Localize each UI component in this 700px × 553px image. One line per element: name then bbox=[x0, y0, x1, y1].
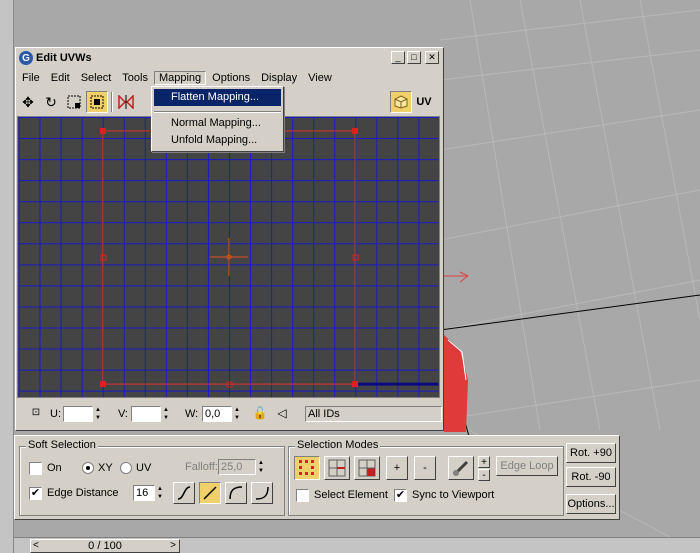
u-spinner[interactable]: ▲ ▼ bbox=[94, 406, 102, 422]
next-frame-button[interactable]: > bbox=[170, 540, 176, 552]
rotate-icon[interactable]: ↻ bbox=[40, 91, 62, 113]
falloff-smooth-icon[interactable] bbox=[173, 482, 195, 504]
on-checkbox[interactable] bbox=[29, 462, 42, 475]
menu-bar: File Edit Select Tools Mapping Options D… bbox=[17, 69, 442, 87]
edge-distance-checkbox[interactable]: ✔ bbox=[29, 487, 42, 500]
edge-distance-spinner[interactable]: ▲ ▼ bbox=[156, 485, 164, 501]
menu-options[interactable]: Options bbox=[207, 71, 255, 85]
rotate-minus-90-button[interactable]: Rot. -90 bbox=[566, 467, 616, 487]
window-title: Edit UVWs bbox=[36, 52, 92, 64]
show-map-icon[interactable] bbox=[390, 91, 412, 113]
menu-separator bbox=[154, 111, 281, 113]
frame-counter: 0 / 100 bbox=[88, 540, 122, 552]
close-button[interactable]: ✕ bbox=[425, 51, 439, 64]
select-element-label: Select Element bbox=[314, 489, 388, 501]
uv-editor-canvas[interactable] bbox=[17, 116, 440, 398]
shrink-selection-button[interactable]: - bbox=[414, 456, 436, 480]
maximize-button[interactable]: □ bbox=[407, 51, 421, 64]
uv-mode-button[interactable]: UV bbox=[413, 91, 435, 113]
uv-label: UV bbox=[136, 462, 152, 474]
time-slider[interactable]: 0 / 100 < > bbox=[14, 537, 700, 553]
time-slider-thumb[interactable]: 0 / 100 < > bbox=[30, 539, 180, 553]
edge-mode-icon[interactable] bbox=[324, 456, 350, 480]
selection-modes-title: Selection Modes bbox=[295, 439, 381, 451]
edge-distance-label: Edge Distance bbox=[47, 487, 119, 499]
edge-distance-field[interactable]: 16 bbox=[133, 485, 155, 501]
w-spinner[interactable]: ▲ ▼ bbox=[233, 406, 241, 422]
falloff-slow-out-icon[interactable] bbox=[225, 482, 247, 504]
falloff-spinner[interactable]: ▲ ▼ bbox=[257, 459, 265, 475]
flatten-mapping-item[interactable]: Flatten Mapping... bbox=[154, 89, 281, 106]
sync-to-viewport-checkbox[interactable]: ✔ bbox=[394, 489, 407, 502]
brush-size-up-button[interactable]: + bbox=[478, 456, 490, 468]
soft-selection-title: Soft Selection bbox=[26, 439, 98, 451]
uv-radio[interactable] bbox=[120, 462, 132, 474]
select-element-checkbox[interactable] bbox=[296, 489, 309, 502]
toolbar-separator bbox=[111, 92, 113, 112]
freeform-icon[interactable] bbox=[86, 91, 108, 113]
falloff-fast-out-icon[interactable] bbox=[251, 482, 273, 504]
filter-icon[interactable]: ◁ bbox=[273, 403, 291, 423]
face-mode-icon[interactable] bbox=[354, 456, 380, 480]
key-icon[interactable]: 🔓 bbox=[251, 403, 269, 423]
selection-modes-group: Selection Modes + - + - Edge Loop Select… bbox=[288, 439, 564, 516]
lock-selection-icon[interactable]: ⊡ bbox=[27, 403, 45, 421]
xy-radio[interactable] bbox=[82, 462, 94, 474]
falloff-linear-icon[interactable] bbox=[199, 482, 221, 504]
brush-size-down-button[interactable]: - bbox=[478, 469, 490, 481]
unfold-mapping-item[interactable]: Unfold Mapping... bbox=[154, 132, 281, 149]
menu-file[interactable]: File bbox=[17, 71, 45, 85]
on-label: On bbox=[47, 462, 62, 474]
menu-tools[interactable]: Tools bbox=[117, 71, 153, 85]
mapping-dropdown-menu: Flatten Mapping... Normal Mapping... Unf… bbox=[151, 86, 284, 152]
v-spinner[interactable]: ▲ ▼ bbox=[162, 406, 170, 422]
uv-status-row: ⊡ U: ▲ ▼ V: ▲ ▼ W: 0,0 ▲ ▼ 🔓 ◁ All IDs bbox=[17, 402, 442, 426]
u-field[interactable] bbox=[63, 406, 93, 422]
v-field[interactable] bbox=[131, 406, 161, 422]
rotate-plus-90-button[interactable]: Rot. +90 bbox=[566, 443, 616, 463]
falloff-field[interactable]: 25,0 bbox=[218, 459, 256, 475]
edge-loop-button[interactable]: Edge Loop bbox=[496, 456, 558, 476]
title-bar[interactable]: G Edit UVWs _ □ ✕ bbox=[17, 49, 442, 67]
mirror-icon[interactable] bbox=[115, 91, 137, 113]
menu-view[interactable]: View bbox=[303, 71, 337, 85]
menu-edit[interactable]: Edit bbox=[46, 71, 75, 85]
id-filter-dropdown[interactable]: All IDs bbox=[305, 406, 442, 422]
vertex-mode-icon[interactable] bbox=[294, 456, 320, 480]
falloff-label: Falloff: bbox=[185, 461, 218, 473]
scale-icon[interactable] bbox=[63, 91, 85, 113]
w-field[interactable]: 0,0 bbox=[202, 406, 232, 422]
v-label: V: bbox=[118, 408, 128, 420]
sync-to-viewport-label: Sync to Viewport bbox=[412, 489, 495, 501]
xy-label: XY bbox=[98, 462, 113, 474]
prev-frame-button[interactable]: < bbox=[33, 540, 39, 552]
minimize-button[interactable]: _ bbox=[391, 51, 405, 64]
grow-selection-button[interactable]: + bbox=[386, 456, 408, 480]
uv-options-panel: Soft Selection On XY UV Falloff: 25,0 ▲ ▼… bbox=[14, 435, 620, 520]
paint-select-icon[interactable] bbox=[448, 456, 474, 480]
move-icon[interactable]: ✥ bbox=[17, 91, 39, 113]
menu-select[interactable]: Select bbox=[76, 71, 117, 85]
menu-display[interactable]: Display bbox=[256, 71, 302, 85]
options-button[interactable]: Options... bbox=[566, 494, 616, 514]
menu-mapping[interactable]: Mapping bbox=[153, 71, 207, 85]
app-icon: G bbox=[19, 51, 33, 65]
soft-selection-group: Soft Selection On XY UV Falloff: 25,0 ▲ ▼… bbox=[19, 439, 285, 516]
u-label: U: bbox=[50, 408, 61, 420]
left-command-strip bbox=[0, 0, 14, 553]
w-label: W: bbox=[185, 408, 199, 420]
normal-mapping-item[interactable]: Normal Mapping... bbox=[154, 115, 281, 132]
